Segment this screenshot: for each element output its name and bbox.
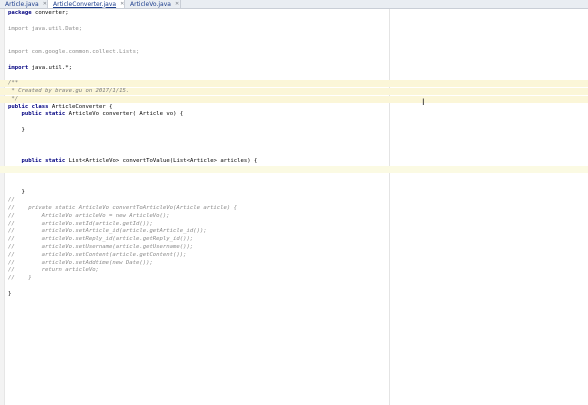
code-text: } [8,127,25,133]
code-text: import com.google.common.collect.Lists; [8,49,140,55]
code-text: // articleVo.setReply_id(article.getRepl… [8,236,194,243]
code-line[interactable] [0,57,588,64]
code-line[interactable]: // articleVo.setReply_id(article.getRepl… [0,236,588,243]
keyword-token: public [21,111,42,118]
code-text: import java.util.Date; [8,25,83,32]
keyword-token: class [31,103,49,110]
code-line[interactable] [0,182,588,189]
code-text: * Created by brave.gu on 2017/1/15. [8,88,130,94]
code-text: // [8,197,15,204]
code-text: import java.util.*; [8,64,73,71]
code-text: public static List<ArticleVo> convertToV… [21,158,258,165]
keyword-token: public [8,103,29,110]
code-line[interactable] [0,72,588,79]
code-line[interactable]: // articleVo.setAddtime(new Date()); [0,260,588,267]
code-line[interactable] [0,143,588,150]
text-cursor-icon: I [422,98,425,108]
code-line[interactable]: */ [0,95,588,103]
keyword-token: static [45,158,66,165]
code-line[interactable] [0,33,588,40]
code-text: // articleVo.setArticle_id(article.getAr… [8,228,207,235]
code-text: /** [8,80,19,87]
code-text: } [8,189,25,196]
code-line[interactable]: import java.util.Date; [0,26,588,33]
close-icon[interactable]: ✕ [175,1,179,7]
keyword-token: public [21,158,42,165]
keyword-token: import [8,64,29,71]
keyword-token: static [45,111,66,118]
code-text: // } [8,275,32,282]
keyword-token: package [8,10,32,16]
tab-article-java[interactable]: Article.java ✕ [0,0,48,8]
tab-article-converter-java[interactable]: ArticleConverter.java ✕ [48,0,125,8]
code-line[interactable]: // private static ArticleVo convertToArt… [0,205,588,212]
code-text: // ArticleVo articleVo = new ArticleVo()… [8,212,170,219]
tab-label: ArticleVo.java [130,0,171,8]
code-line[interactable] [0,150,588,157]
code-text: // private static ArticleVo convertToArt… [8,205,238,211]
editor-tab-bar: Article.java ✕ ArticleConverter.java ✕ A… [0,0,588,9]
code-text: // articleVo.setAddtime(new Date()); [8,259,153,266]
code-line[interactable] [0,166,588,173]
code-text: } [8,290,12,297]
code-line[interactable]: import com.google.common.collect.Lists; [0,49,588,56]
code-line[interactable]: public class ArticleConverter { [0,104,588,111]
code-line[interactable]: } [0,127,588,134]
code-text: // articleVo.setUsername(article.getUser… [8,244,194,250]
code-line[interactable] [0,283,588,290]
code-line[interactable]: } [0,291,588,298]
code-line[interactable]: package converter; [0,10,588,17]
tab-label: ArticleConverter.java [53,0,117,8]
code-line[interactable]: public static ArticleVo converter( Artic… [0,111,588,118]
code-text: // articleVo.setContent(article.getConte… [8,251,187,258]
code-line[interactable]: // [0,197,588,204]
code-text: public static ArticleVo converter( Artic… [21,111,184,118]
code-line[interactable]: // articleVo.setId(article.getId()); [0,221,588,228]
tab-article-vo-java[interactable]: ArticleVo.java ✕ [125,0,181,8]
code-line[interactable]: // return articleVo; [0,267,588,274]
code-line[interactable] [0,41,588,48]
code-line[interactable]: } [0,189,588,196]
code-line[interactable]: * Created by brave.gu on 2017/1/15. [0,88,588,95]
code-text: package converter; [8,10,69,16]
code-line[interactable]: // articleVo.setContent(article.getConte… [0,252,588,259]
close-icon[interactable]: ✕ [120,1,124,7]
code-editor[interactable]: package converter; import java.util.Date;… [0,9,588,405]
code-line[interactable]: // articleVo.setArticle_id(article.getAr… [0,228,588,235]
code-line[interactable] [0,174,588,181]
code-text: public class ArticleConverter { [8,103,113,110]
close-icon[interactable]: ✕ [43,1,47,7]
code-text: // return articleVo; [8,267,99,274]
code-line[interactable]: /** [0,80,588,88]
code-text: */ [8,95,19,102]
code-text: // articleVo.setId(article.getId()); [8,220,153,227]
code-line[interactable] [0,135,588,142]
code-line[interactable]: // } [0,275,588,282]
code-line[interactable] [0,119,588,126]
code-line[interactable]: // ArticleVo articleVo = new ArticleVo()… [0,213,588,220]
code-line[interactable] [0,18,588,25]
tab-label: Article.java [5,0,39,8]
code-line[interactable]: public static List<ArticleVo> convertToV… [0,158,588,165]
code-line[interactable]: // articleVo.setUsername(article.getUser… [0,244,588,251]
code-line[interactable]: import java.util.*; [0,65,588,72]
